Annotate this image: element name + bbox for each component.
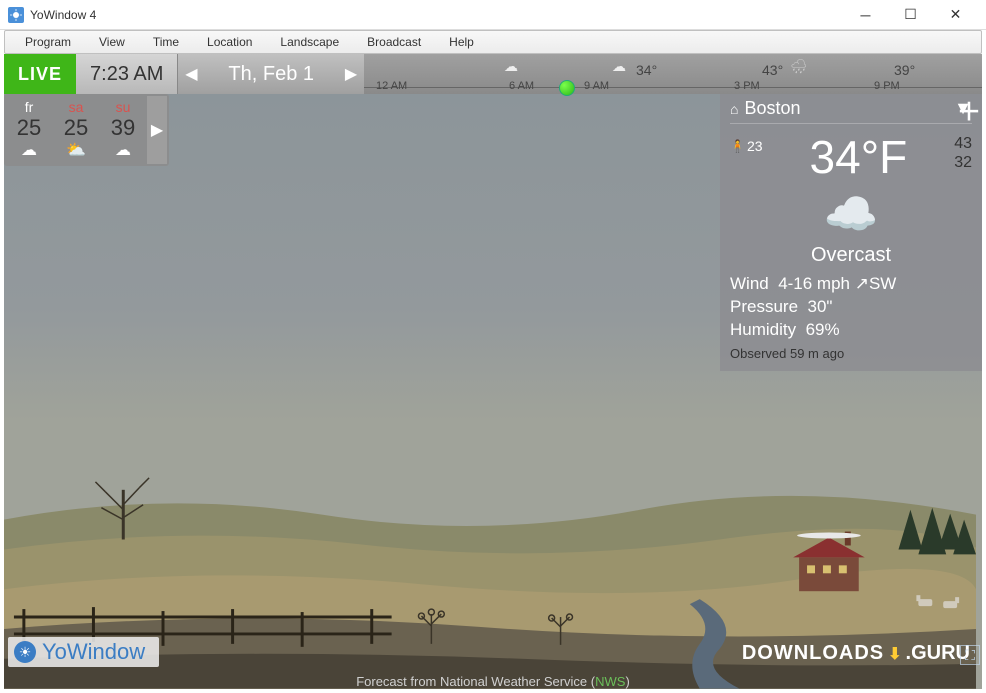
window-title: YoWindow 4	[30, 8, 843, 22]
menubar: Program View Time Location Landscape Bro…	[4, 30, 982, 54]
condition-text: Overcast	[730, 244, 972, 273]
expand-forecast-button[interactable]: ▶	[147, 96, 167, 164]
maximize-button[interactable]: ☐	[888, 1, 933, 29]
cloud-icon: ☁	[612, 58, 626, 75]
tick-6am: 6 AM	[509, 80, 534, 92]
day-label: fr	[8, 99, 50, 115]
partly-cloudy-icon: ⛅	[55, 141, 97, 159]
cloud-icon: ☁	[102, 141, 144, 159]
minimize-button[interactable]: ─	[843, 1, 888, 29]
high-temp: 43	[954, 134, 972, 153]
menu-program[interactable]: Program	[13, 33, 83, 51]
tick-12am: 12 AM	[376, 80, 407, 92]
titlebar: YoWindow 4 ─ ☐ ✕	[0, 0, 986, 30]
next-day-button[interactable]: ▶	[338, 54, 364, 94]
location-name: Boston	[744, 98, 800, 119]
forecast-strip: fr 25 ☁ sa 25 ⛅ su 39 ☁ ▶	[4, 94, 169, 166]
feels-like-value: 23	[747, 138, 763, 154]
condition-icon: ☁️	[730, 184, 972, 244]
menu-location[interactable]: Location	[195, 33, 264, 51]
forecast-credit: Forecast from National Weather Service (…	[0, 674, 986, 689]
pressure-label: Pressure	[730, 297, 798, 316]
download-arrow-icon: ⬇	[888, 644, 901, 664]
add-location-button[interactable]: ＋	[956, 94, 982, 124]
weather-panel: ⌂ Boston ▼ ＋ 🧍 23 34°F 43 32 ☁️ Overcast…	[720, 94, 982, 371]
menu-view[interactable]: View	[87, 33, 137, 51]
tick-9am: 9 AM	[584, 80, 609, 92]
timeline-slider[interactable]	[559, 80, 575, 96]
top-controls: LIVE 7:23 AM ◀ Th, Feb 1 ▶ 12 AM ☁ 6 AM …	[4, 54, 982, 94]
tick-9pm: 9 PM	[874, 80, 900, 92]
day-temp: 25	[55, 115, 97, 141]
forecast-day-su[interactable]: su 39 ☁	[100, 96, 146, 164]
timeline[interactable]: 12 AM ☁ 6 AM 9 AM ☁ 34° 3 PM 43° 🌧 9 PM …	[364, 54, 982, 94]
timeline-temp-1: 34°	[636, 62, 657, 78]
credit-suffix: )	[625, 674, 629, 689]
current-temp: 34°F	[763, 130, 955, 184]
close-button[interactable]: ✕	[933, 1, 978, 29]
wind-value: 4-16 mph ↗SW	[778, 274, 896, 293]
sun-icon: ☀	[14, 641, 36, 663]
day-temp: 25	[8, 115, 50, 141]
prev-day-button[interactable]: ◀	[178, 54, 204, 94]
app-name: YoWindow	[42, 639, 145, 665]
date-display[interactable]: Th, Feb 1	[204, 54, 338, 94]
credit-prefix: Forecast from National Weather Service (	[356, 674, 595, 689]
rain-icon: 🌧	[790, 58, 808, 75]
timeline-temp-3: 39°	[894, 62, 915, 78]
fullscreen-button[interactable]: ⛶	[960, 645, 980, 665]
humidity-label: Humidity	[730, 320, 796, 339]
person-icon: 🧍	[730, 139, 745, 153]
app-branding[interactable]: ☀ YoWindow	[8, 637, 159, 667]
cloud-icon: ☁	[8, 141, 50, 159]
forecast-day-fr[interactable]: fr 25 ☁	[6, 96, 52, 164]
tick-3pm: 3 PM	[734, 80, 760, 92]
menu-broadcast[interactable]: Broadcast	[355, 33, 433, 51]
downloads-guru-watermark: DOWNLOADS ⬇ .GURU	[742, 642, 970, 665]
cloud-icon: ☁	[504, 58, 518, 75]
forecast-day-sa[interactable]: sa 25 ⛅	[53, 96, 99, 164]
downloads-text: DOWNLOADS	[742, 642, 884, 665]
day-temp: 39	[102, 115, 144, 141]
menu-help[interactable]: Help	[437, 33, 486, 51]
wind-label: Wind	[730, 274, 769, 293]
nws-link[interactable]: NWS	[595, 674, 625, 689]
menu-landscape[interactable]: Landscape	[268, 33, 351, 51]
day-label: sa	[55, 99, 97, 115]
live-button[interactable]: LIVE	[4, 54, 76, 94]
low-temp: 32	[954, 153, 972, 172]
feels-like: 🧍 23	[730, 130, 763, 154]
pressure-value: 30"	[807, 297, 832, 316]
humidity-value: 69%	[806, 320, 840, 339]
timeline-temp-2: 43°	[762, 62, 783, 78]
observed-text: Observed 59 m ago	[730, 342, 972, 361]
location-selector[interactable]: ⌂ Boston ▼	[730, 94, 972, 124]
home-icon: ⌂	[730, 101, 738, 117]
app-icon	[8, 7, 24, 23]
day-label: su	[102, 99, 144, 115]
clock-display[interactable]: 7:23 AM	[76, 54, 178, 94]
menu-time[interactable]: Time	[141, 33, 191, 51]
